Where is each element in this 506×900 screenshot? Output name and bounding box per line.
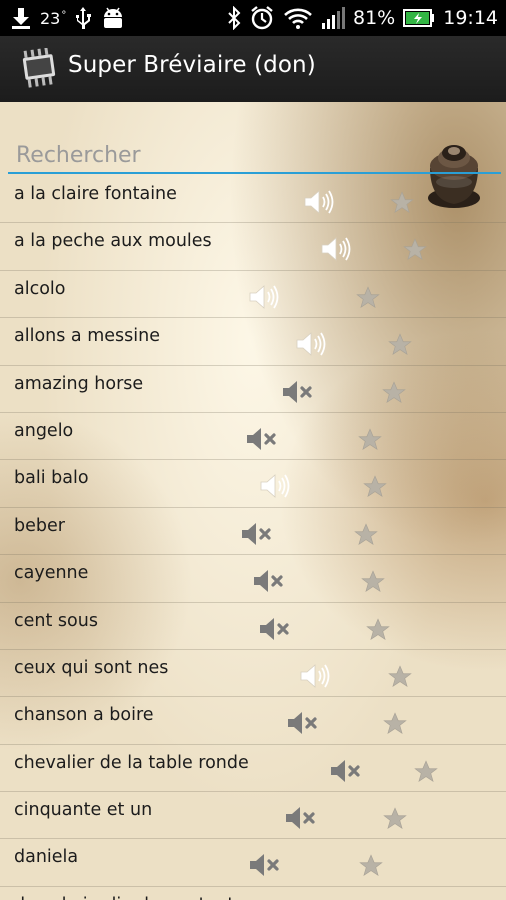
action-bar: Super Bréviaire (don) bbox=[0, 36, 506, 104]
speaker-on-icon[interactable] bbox=[319, 234, 353, 264]
favorite-star-icon[interactable] bbox=[413, 759, 439, 785]
speaker-muted-icon[interactable] bbox=[280, 377, 314, 407]
favorite-star-icon[interactable] bbox=[365, 617, 391, 643]
search-bar bbox=[8, 140, 501, 174]
song-row[interactable]: chevalier de la table ronde bbox=[0, 745, 506, 793]
song-row[interactable]: allons a messine bbox=[0, 318, 506, 366]
status-bar: 23 ° 81% 19:14 bbox=[0, 0, 506, 36]
song-row[interactable]: beber bbox=[0, 508, 506, 556]
song-row[interactable]: a la claire fontaine bbox=[0, 176, 506, 224]
speaker-muted-icon[interactable] bbox=[283, 803, 317, 833]
clock: 19:14 bbox=[443, 7, 498, 29]
song-row[interactable]: daniela bbox=[0, 839, 506, 887]
battery-charging-icon bbox=[403, 8, 435, 28]
bluetooth-icon bbox=[227, 6, 241, 30]
song-title: cayenne bbox=[14, 563, 89, 584]
song-title: chevalier de la table ronde bbox=[14, 752, 249, 773]
favorite-star-icon[interactable] bbox=[381, 380, 407, 406]
speaker-on-icon[interactable] bbox=[258, 471, 292, 501]
song-title: angelo bbox=[14, 420, 74, 441]
song-list-screen: a la claire fontaine a la peche aux moule… bbox=[0, 102, 506, 900]
song-title: cent sous bbox=[14, 610, 98, 631]
song-title: alcolo bbox=[14, 278, 66, 299]
speaker-muted-icon[interactable] bbox=[251, 566, 285, 596]
speaker-on-icon[interactable] bbox=[298, 661, 332, 691]
speaker-on-icon[interactable] bbox=[294, 329, 328, 359]
song-title: bali balo bbox=[14, 468, 89, 489]
speaker-muted-icon[interactable] bbox=[239, 519, 273, 549]
favorite-star-icon[interactable] bbox=[358, 853, 384, 879]
chip-icon[interactable] bbox=[16, 47, 60, 90]
song-title: daniela bbox=[14, 847, 79, 868]
android-icon bbox=[100, 7, 126, 29]
song-list: a la claire fontaine a la peche aux moule… bbox=[0, 176, 506, 900]
song-row[interactable]: angelo bbox=[0, 413, 506, 461]
speaker-muted-icon[interactable] bbox=[244, 424, 278, 454]
alarm-icon bbox=[249, 5, 275, 31]
favorite-star-icon[interactable] bbox=[402, 237, 428, 263]
favorite-star-icon[interactable] bbox=[389, 190, 415, 216]
song-title: beber bbox=[14, 515, 65, 536]
song-row[interactable]: alcolo bbox=[0, 271, 506, 319]
speaker-muted-icon[interactable] bbox=[285, 708, 319, 738]
song-row[interactable]: cinquante et un bbox=[0, 792, 506, 840]
favorite-star-icon[interactable] bbox=[357, 427, 383, 453]
song-title: a la peche aux moules bbox=[14, 231, 212, 252]
speaker-on-icon[interactable] bbox=[302, 187, 336, 217]
song-row[interactable]: ceux qui sont nes bbox=[0, 650, 506, 698]
temperature: 23 ° bbox=[40, 8, 67, 28]
download-icon bbox=[10, 6, 32, 30]
favorite-star-icon[interactable] bbox=[362, 474, 388, 500]
favorite-star-icon[interactable] bbox=[360, 569, 386, 595]
favorite-star-icon[interactable] bbox=[353, 522, 379, 548]
favorite-star-icon[interactable] bbox=[382, 806, 408, 832]
song-row[interactable]: a la peche aux moules bbox=[0, 223, 506, 271]
search-input[interactable] bbox=[16, 140, 486, 170]
speaker-on-icon[interactable] bbox=[247, 282, 281, 312]
speaker-muted-icon[interactable] bbox=[247, 850, 281, 880]
favorite-star-icon[interactable] bbox=[355, 285, 381, 311]
song-title: amazing horse bbox=[14, 373, 144, 394]
favorite-star-icon[interactable] bbox=[382, 711, 408, 737]
song-title: chanson a boire bbox=[14, 705, 154, 726]
song-row[interactable]: cayenne bbox=[0, 555, 506, 603]
favorite-star-icon[interactable] bbox=[387, 664, 413, 690]
wifi-icon bbox=[283, 6, 313, 30]
song-row[interactable]: chanson a boire bbox=[0, 697, 506, 745]
speaker-muted-icon[interactable] bbox=[328, 756, 362, 786]
app-title: Super Bréviaire (don) bbox=[68, 52, 316, 78]
song-row[interactable]: cent sous bbox=[0, 603, 506, 650]
speaker-muted-icon[interactable] bbox=[257, 614, 291, 644]
song-row[interactable]: bali balo bbox=[0, 460, 506, 508]
signal-icon bbox=[321, 6, 345, 30]
song-row[interactable]: amazing horse bbox=[0, 366, 506, 413]
search-underline bbox=[8, 172, 501, 174]
song-title: a la claire fontaine bbox=[14, 184, 177, 204]
song-title: allons a messine bbox=[14, 326, 160, 347]
usb-icon bbox=[74, 6, 92, 30]
song-title: ceux qui sont nes bbox=[14, 657, 169, 678]
song-title: cinquante et un bbox=[14, 800, 153, 821]
song-row[interactable]: dans le jardin de ma tante bbox=[0, 887, 506, 900]
favorite-star-icon[interactable] bbox=[387, 332, 413, 358]
battery-percent: 81% bbox=[353, 7, 396, 29]
song-title: dans le jardin de ma tante bbox=[14, 895, 245, 900]
